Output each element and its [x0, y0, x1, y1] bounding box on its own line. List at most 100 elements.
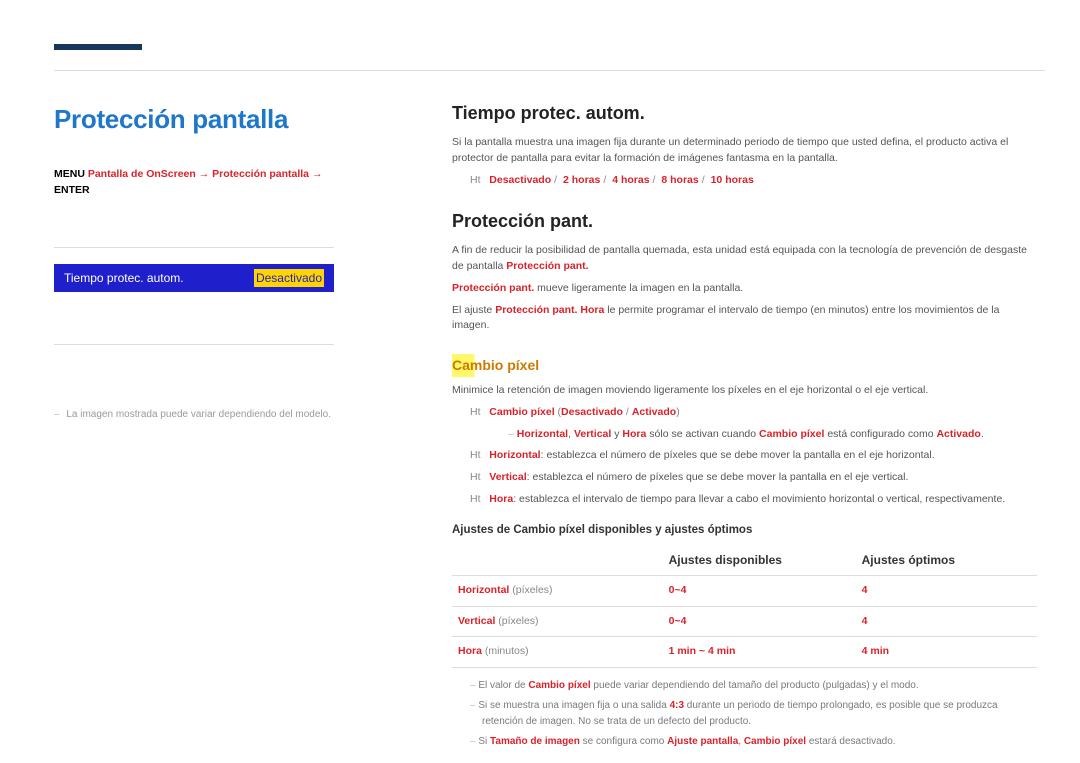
notes-list: – El valor de Cambio píxel puede variar …	[452, 678, 1037, 750]
row-t-avail: 1 min ~ 4 min	[663, 637, 856, 668]
item-h-label: Horizontal	[489, 449, 540, 461]
bullet-icon: Ht	[470, 471, 481, 483]
header-rule	[54, 70, 1045, 71]
header-accent-bar	[54, 44, 142, 50]
th-empty	[452, 545, 663, 576]
right-column: Tiempo protec. autom. Si la pantalla mue…	[452, 100, 1037, 750]
page-title: Protección pantalla	[54, 100, 334, 139]
para3b: Protección pant. Hora	[495, 304, 604, 316]
breadcrumb-sep: →	[199, 168, 212, 180]
row-v-unit: (píxeles)	[498, 615, 538, 627]
subnote-v: Vertical	[574, 428, 611, 440]
opt-8h: 8 horas	[661, 174, 698, 186]
section1-heading: Tiempo protec. autom.	[452, 100, 1037, 127]
th-available: Ajustes disponibles	[663, 545, 856, 576]
row-t-name: Hora	[458, 645, 482, 657]
row-h-unit: (píxeles)	[512, 584, 552, 596]
subnote-h: Horizontal	[517, 428, 568, 440]
sidebar-rule-top	[54, 247, 334, 248]
note-1: – El valor de Cambio píxel puede variar …	[452, 678, 1037, 694]
note2-b1: 4:3	[670, 700, 684, 711]
row-h-name: Horizontal	[458, 584, 509, 596]
pixel-shift-subnote: – Horizontal, Vertical y Hora sólo se ac…	[452, 427, 1037, 443]
pixel-shift-label: Cambio píxel	[489, 406, 554, 418]
opt-2h: 2 horas	[563, 174, 600, 186]
row-v-avail: 0~4	[663, 606, 856, 637]
para2a: Protección pant.	[452, 282, 534, 294]
item-v-label: Vertical	[489, 471, 526, 483]
option-label: Tiempo protec. autom.	[64, 269, 184, 287]
section1-para: Si la pantalla muestra una imagen fija d…	[452, 135, 1037, 167]
section2-heading: Protección pant.	[452, 208, 1037, 235]
subnote-cp: Cambio píxel	[759, 428, 824, 440]
row-t-opt: 4 min	[856, 637, 1037, 668]
note1-post: puede variar dependiendo del tamaño del …	[591, 680, 919, 691]
row-h-avail: 0~4	[663, 575, 856, 606]
item-v-tail: : establezca el número de píxeles que se…	[527, 471, 909, 483]
pixel-shift-para: Minimice la retención de imagen moviendo…	[452, 383, 1037, 399]
note1-b1: Cambio píxel	[528, 680, 590, 691]
row-v-name: Vertical	[458, 615, 495, 627]
sidebar-rule-bottom	[54, 344, 334, 345]
row-t-unit: (minutos)	[485, 645, 529, 657]
opt-10h: 10 horas	[711, 174, 754, 186]
note3-b3: Cambio píxel	[744, 736, 806, 747]
note3-b2: Ajuste pantalla	[667, 736, 738, 747]
breadcrumb-enter: ENTER	[54, 184, 90, 196]
th-optimal: Ajustes óptimos	[856, 545, 1037, 576]
note3-b1: Tamaño de imagen	[490, 736, 580, 747]
bullet-icon: Ht	[470, 406, 481, 418]
section-auto-protection-time: Tiempo protec. autom. Si la pantalla mue…	[452, 100, 1037, 188]
section-screen-protection: Protección pant. A fin de reducir la pos…	[452, 208, 1037, 750]
breadcrumb-part-2: Protección pantalla	[212, 168, 309, 180]
note2-pre: Si se muestra una imagen fija o una sali…	[478, 700, 669, 711]
opt-on: Activado	[632, 406, 676, 418]
subsection-pixel-shift-heading: Cambio píxel	[452, 354, 539, 377]
table-row: Hora (minutos) 1 min ~ 4 min 4 min	[452, 637, 1037, 668]
para3a: El ajuste	[452, 304, 495, 316]
pixel-shift-option: Ht Cambio píxel (Desactivado/Activado)	[452, 405, 1037, 421]
breadcrumb-part-1: Pantalla de OnScreen	[88, 168, 196, 180]
dash-icon: –	[54, 409, 60, 420]
note3-mid1: se configura como	[580, 736, 667, 747]
row-v-opt: 4	[856, 606, 1037, 637]
opt-4h: 4 horas	[612, 174, 649, 186]
item-hora: Ht Hora: establezca el intervalo de tiem…	[452, 492, 1037, 508]
item-h-tail: : establezca el número de píxeles que se…	[541, 449, 935, 461]
note-3: – Si Tamaño de imagen se configura como …	[452, 734, 1037, 750]
pixel-shift-table: Ajustes disponibles Ajustes óptimos Hori…	[452, 545, 1037, 668]
section2-para1: A fin de reducir la posibilidad de panta…	[452, 243, 1037, 275]
footnote-text: La imagen mostrada puede variar dependie…	[66, 409, 331, 420]
subnote-hora: Hora	[622, 428, 646, 440]
option-value: Desactivado	[254, 269, 324, 287]
breadcrumb-menu: MENU	[54, 168, 85, 180]
table-row: Vertical (píxeles) 0~4 4	[452, 606, 1037, 637]
sidebar-footnote: – La imagen mostrada puede variar depend…	[54, 407, 334, 422]
left-column: Protección pantalla MENU Pantalla de OnS…	[54, 100, 334, 422]
breadcrumb-sep-2: →	[312, 168, 323, 180]
breadcrumb: MENU Pantalla de OnScreen → Protección p…	[54, 167, 334, 199]
option-auto-protection[interactable]: Tiempo protec. autom. Desactivado	[54, 264, 334, 292]
para2b: mueve ligeramente la imagen en la pantal…	[534, 282, 743, 294]
note3-pre: Si	[478, 736, 490, 747]
note1-pre: El valor de	[478, 680, 528, 691]
section2-para3: El ajuste Protección pant. Hora le permi…	[452, 303, 1037, 335]
opt-off: Desactivado	[489, 174, 551, 186]
section1-options: Ht Desactivado/ 2 horas/ 4 horas/ 8 hora…	[452, 173, 1037, 189]
table-title: Ajustes de Cambio píxel disponibles y aj…	[452, 522, 1037, 539]
subnote-mid2: sólo se activan cuando	[649, 428, 759, 440]
bullet-icon: Ht	[470, 449, 481, 461]
section2-para2: Protección pant. mueve ligeramente la im…	[452, 281, 1037, 297]
item-vertical: Ht Vertical: establezca el número de píx…	[452, 470, 1037, 486]
bullet-icon: Ht	[470, 493, 481, 505]
item-hora-tail: : establezca el intervalo de tiempo para…	[513, 493, 1005, 505]
table-row: Horizontal (píxeles) 0~4 4	[452, 575, 1037, 606]
note-2: – Si se muestra una imagen fija o una sa…	[452, 698, 1037, 730]
subnote-mid3: está configurado como	[827, 428, 936, 440]
item-horizontal: Ht Horizontal: establezca el número de p…	[452, 448, 1037, 464]
note3-post: estará desactivado.	[806, 736, 896, 747]
item-hora-label: Hora	[489, 493, 513, 505]
paren-close: )	[676, 406, 680, 418]
dash-icon: –	[508, 428, 517, 440]
row-h-opt: 4	[856, 575, 1037, 606]
